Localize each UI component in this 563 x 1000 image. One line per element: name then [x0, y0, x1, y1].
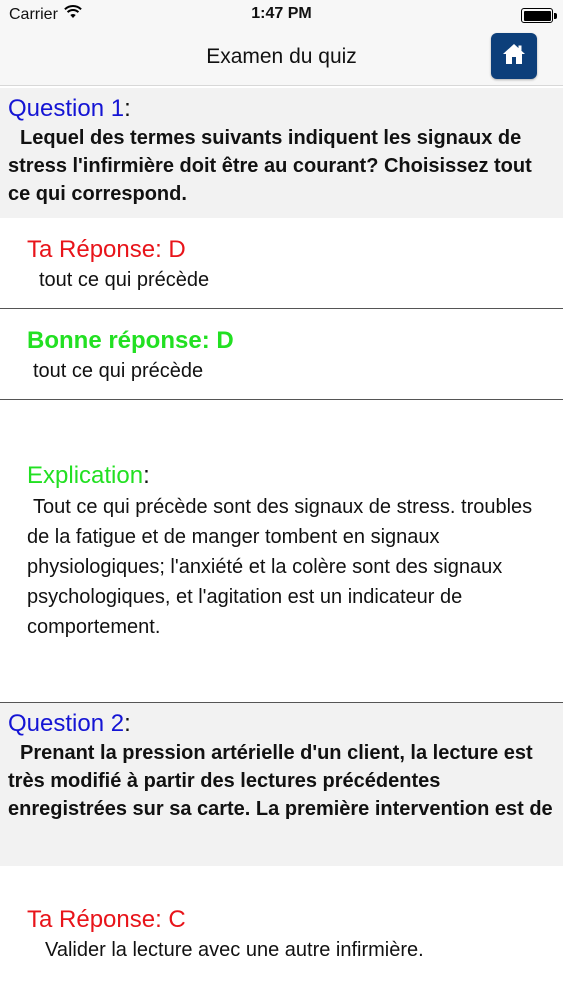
your-answer-2: Ta Réponse: C Valider la lecture avec un…	[0, 866, 563, 1000]
explanation-1-colon: :	[143, 462, 150, 489]
question-2-text: Prenant la pression artérielle d'un clie…	[8, 742, 553, 820]
correct-answer-1: Bonne réponse: D tout ce qui précède	[0, 309, 563, 400]
your-answer-1-label: Ta Réponse: D	[27, 236, 186, 263]
question-1-text: Lequel des termes suivants indiquent les…	[8, 127, 532, 205]
your-answer-1: Ta Réponse: D tout ce qui précède	[0, 218, 563, 309]
correct-answer-1-text: tout ce qui précède	[33, 360, 204, 382]
question-2: Question 2: Prenant la pression artériel…	[0, 703, 563, 866]
question-1-label: Question 1	[8, 95, 125, 122]
nav-bar: Examen du quiz	[0, 30, 563, 86]
question-1-header: Question 1:	[8, 94, 555, 124]
correct-answer-1-label: Bonne réponse: D	[27, 327, 234, 354]
explanation-1-header: Explication:	[27, 462, 150, 490]
question-2-header: Question 2:	[8, 709, 555, 739]
explanation-1-label: Explication	[27, 462, 144, 489]
battery-icon	[521, 8, 557, 23]
your-answer-1-text: tout ce qui précède	[39, 269, 210, 291]
question-2-colon: :	[124, 710, 131, 737]
status-time: 1:47 PM	[251, 5, 312, 22]
your-answer-2-label: Ta Réponse: C	[27, 906, 186, 933]
home-icon	[502, 43, 526, 70]
your-answer-2-text: Valider la lecture avec une autre infirm…	[45, 939, 424, 961]
status-bar: Carrier 1:47 PM	[0, 0, 563, 30]
question-2-label: Question 2	[8, 710, 125, 737]
explanation-1-text: Tout ce qui précède sont des signaux de …	[27, 496, 533, 638]
home-button[interactable]	[491, 33, 537, 79]
page-title: Examen du quiz	[206, 45, 357, 68]
explanation-1: Explication: Tout ce qui précède sont de…	[0, 400, 563, 703]
question-1-colon: :	[124, 95, 131, 122]
question-1: Question 1: Lequel des termes suivants i…	[0, 88, 563, 218]
